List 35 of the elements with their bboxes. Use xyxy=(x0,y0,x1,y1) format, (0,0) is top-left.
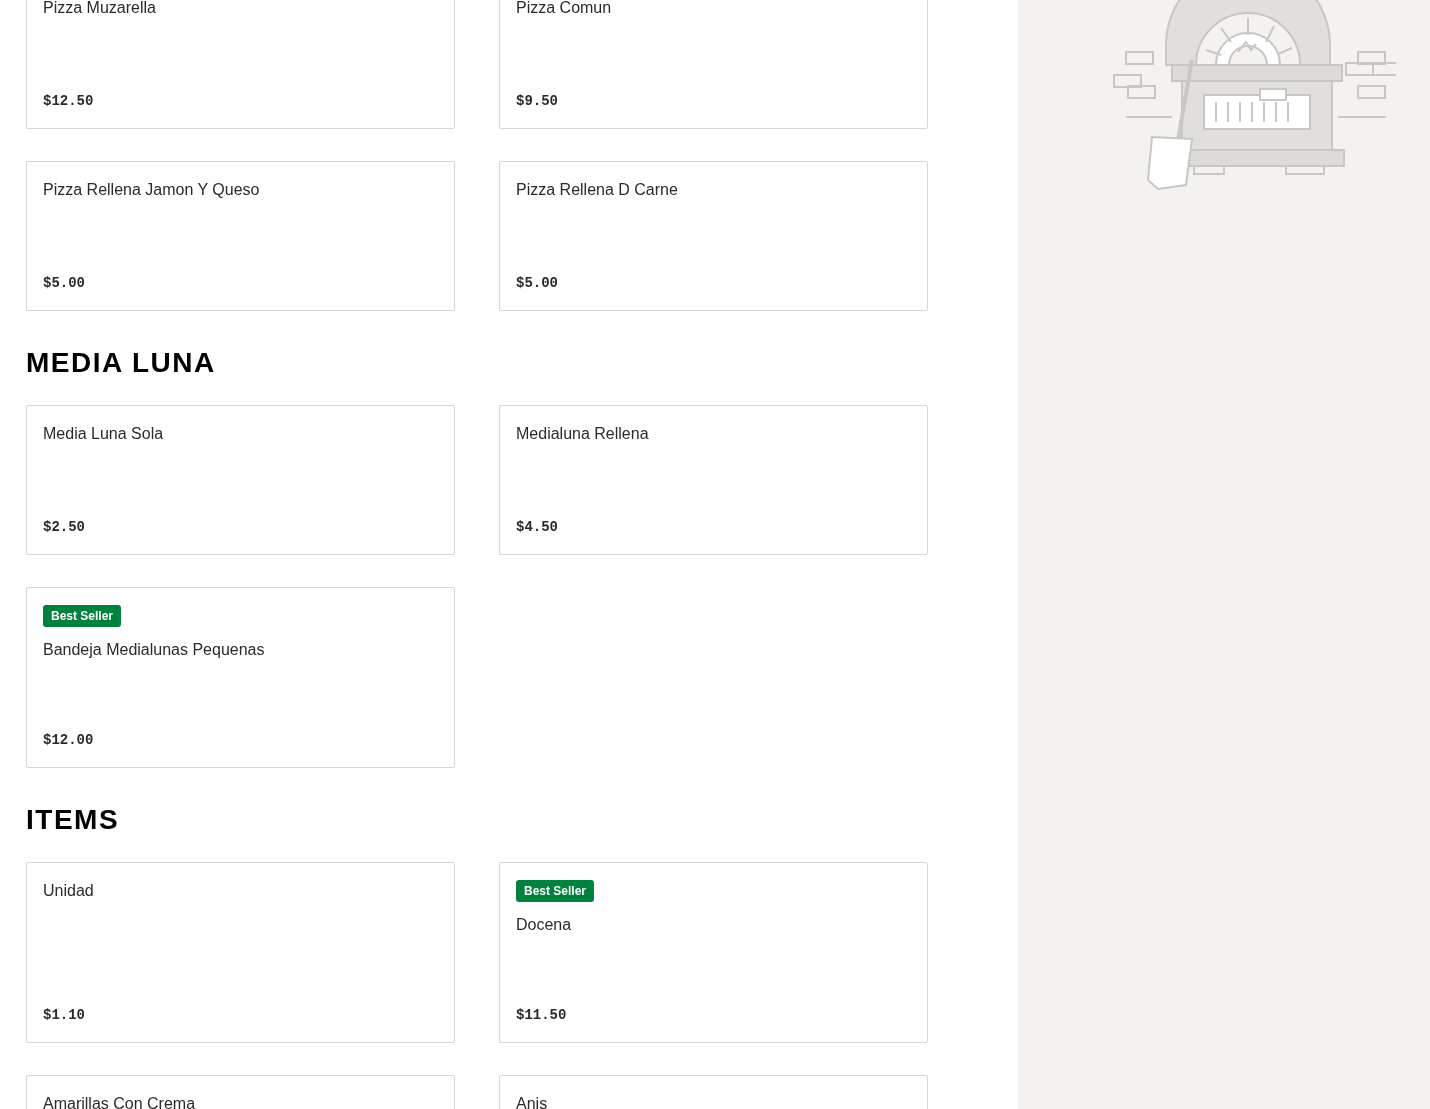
section-heading: MEDIA LUNA xyxy=(26,346,216,380)
item-name: Anis xyxy=(516,1094,549,1109)
item-price: $11.50 xyxy=(516,1006,567,1025)
menu-item-card[interactable]: Medialuna Rellena $4.50 xyxy=(499,405,928,555)
section-heading: ITEMS xyxy=(26,803,120,837)
item-price: $5.00 xyxy=(43,274,85,293)
menu-item-card[interactable]: Pizza Rellena D Carne $5.00 xyxy=(499,161,928,311)
item-name: Unidad xyxy=(43,881,95,901)
item-price: $2.50 xyxy=(43,518,85,537)
item-price: $12.00 xyxy=(43,731,94,750)
item-name: Medialuna Rellena xyxy=(516,424,650,444)
menu-item-card[interactable]: Media Luna Sola $2.50 xyxy=(26,405,455,555)
item-name: Pizza Rellena D Carne xyxy=(516,180,679,200)
item-name: Amarillas Con Crema xyxy=(43,1094,197,1109)
item-price: $5.00 xyxy=(516,274,558,293)
menu-item-card[interactable]: Amarillas Con Crema xyxy=(26,1075,455,1109)
menu-item-card[interactable]: Anis xyxy=(499,1075,928,1109)
item-price: $9.50 xyxy=(516,92,558,111)
item-name: Bandeja Medialunas Pequenas xyxy=(43,640,266,660)
item-price: $12.50 xyxy=(43,92,94,111)
item-name: Media Luna Sola xyxy=(43,424,165,444)
menu-item-card[interactable]: Pizza Comun $9.50 xyxy=(499,0,928,129)
item-name: Pizza Muzarella xyxy=(43,0,157,18)
item-name: Docena xyxy=(516,915,573,935)
best-seller-badge: Best Seller xyxy=(516,880,595,902)
item-name: Pizza Comun xyxy=(516,0,613,18)
item-price: $1.10 xyxy=(43,1006,85,1025)
menu-item-card[interactable]: Pizza Muzarella $12.50 xyxy=(26,0,455,129)
menu-item-card[interactable]: Unidad $1.10 xyxy=(26,862,455,1043)
best-seller-badge: Best Seller xyxy=(43,605,122,627)
menu-item-card[interactable]: Best Seller Bandeja Medialunas Pequenas $12.00 xyxy=(26,587,455,768)
menu-item-card[interactable]: Best Seller Docena $11.50 xyxy=(499,862,928,1043)
menu-item-card[interactable]: Pizza Rellena Jamon Y Queso $5.00 xyxy=(26,161,455,311)
item-name: Pizza Rellena Jamon Y Queso xyxy=(43,180,261,200)
item-price: $4.50 xyxy=(516,518,558,537)
